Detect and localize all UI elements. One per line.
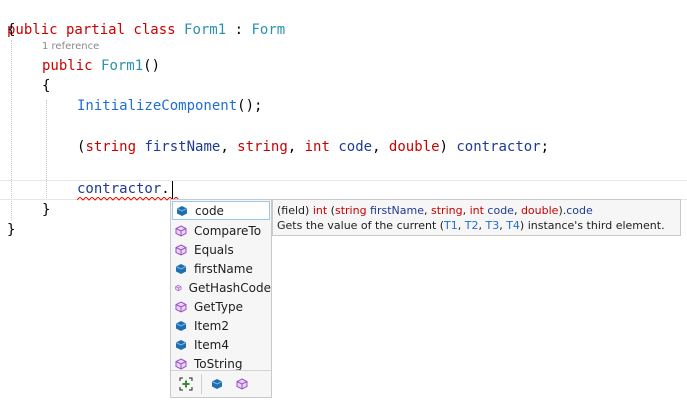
completion-item-label: code bbox=[195, 203, 224, 218]
tt-type: double bbox=[520, 204, 559, 217]
tt-prefix: (field) bbox=[277, 204, 313, 217]
keyword-public: public bbox=[42, 58, 93, 74]
completion-item-label: firstName bbox=[194, 261, 253, 276]
tt-type: int bbox=[469, 204, 484, 217]
completion-item-code[interactable]: code bbox=[172, 201, 270, 220]
tt-paren: ( bbox=[327, 204, 335, 217]
sep: , bbox=[220, 139, 238, 155]
completion-item-label: GetType bbox=[194, 299, 243, 314]
variable-name: contractor bbox=[77, 181, 162, 197]
brace: } bbox=[7, 222, 16, 238]
brace: } bbox=[42, 202, 51, 218]
semicolon: ; bbox=[540, 139, 550, 155]
tt-sep: , bbox=[424, 204, 431, 217]
completion-item-label: CompareTo bbox=[194, 223, 262, 238]
tt-member: code bbox=[566, 204, 593, 217]
element-name: firstName bbox=[144, 139, 221, 155]
type-string: string bbox=[85, 139, 137, 155]
call-suffix: (); bbox=[237, 98, 263, 114]
dot: . bbox=[161, 181, 170, 197]
field-filter-button[interactable] bbox=[207, 375, 227, 393]
method-call-initialize-component: InitializeComponent bbox=[77, 98, 238, 114]
tt-name: code bbox=[487, 204, 514, 217]
paren: ) bbox=[439, 139, 457, 155]
filter-separator bbox=[201, 374, 202, 394]
expand-filter-icon bbox=[179, 377, 193, 391]
tt-sep: , bbox=[462, 204, 470, 217]
type-string: string bbox=[237, 139, 288, 155]
code-line-class-declaration[interactable]: public partial class Form1 : Form bbox=[7, 0, 285, 40]
error-squiggle bbox=[77, 197, 179, 201]
completion-item-firstname[interactable]: firstName bbox=[171, 259, 271, 278]
expand-filter-button[interactable] bbox=[176, 375, 196, 393]
base-class-name: Form bbox=[251, 22, 286, 38]
tt-sep: , bbox=[457, 219, 465, 232]
intellisense-completion-list[interactable]: code CompareTo Equals firstName GetHashC… bbox=[170, 199, 272, 398]
tt-tparam: T2 bbox=[464, 219, 479, 232]
field-filter-icon bbox=[211, 379, 223, 389]
tt-tparam: T3 bbox=[485, 219, 500, 232]
type-int: int bbox=[304, 139, 330, 155]
class-name: Form1 bbox=[184, 22, 227, 38]
code-line-ctor-open-brace[interactable]: { bbox=[42, 76, 50, 96]
completion-item-item4[interactable]: Item4 bbox=[171, 335, 271, 354]
completion-item-label: Equals bbox=[194, 242, 234, 257]
code-line-class-close-brace[interactable]: } bbox=[7, 220, 15, 240]
tt-name: firstName bbox=[370, 204, 424, 217]
code-line-ctor-close-brace[interactable]: } bbox=[42, 200, 50, 220]
sep: , bbox=[372, 139, 389, 155]
sep: , bbox=[287, 139, 305, 155]
completion-item-item2[interactable]: Item2 bbox=[171, 316, 271, 335]
quick-info-tooltip: (field) int (string firstName, string, i… bbox=[272, 199, 681, 236]
tt-tparam: T1 bbox=[444, 219, 458, 232]
reference-count-lens[interactable]: 1 reference bbox=[42, 41, 99, 52]
tt-desc: ) instance's third element. bbox=[519, 219, 665, 232]
tt-type: string bbox=[334, 204, 367, 217]
colon: : bbox=[226, 22, 252, 38]
variable-name: contractor bbox=[456, 139, 541, 155]
completion-filter-bar bbox=[171, 370, 271, 397]
completion-item-equals[interactable]: Equals bbox=[171, 240, 271, 259]
constructor-name: Form1 bbox=[101, 58, 144, 74]
code-line-open-brace[interactable]: { bbox=[7, 20, 15, 40]
field-icon bbox=[175, 320, 187, 331]
type-double: double bbox=[388, 139, 440, 155]
completion-item-label: Item4 bbox=[194, 337, 229, 352]
tt-type: int bbox=[312, 204, 328, 217]
completion-item-label: Item2 bbox=[194, 318, 229, 333]
parens: () bbox=[143, 58, 161, 74]
completion-item-gettype[interactable]: GetType bbox=[171, 297, 271, 316]
code-line-initialize[interactable]: InitializeComponent(); bbox=[77, 96, 262, 116]
tt-sep: , bbox=[513, 204, 521, 217]
tooltip-description: Gets the value of the current (T1, T2, T… bbox=[277, 218, 676, 233]
field-icon bbox=[175, 339, 187, 350]
code-line-tuple-declaration[interactable]: (string firstName, string, int code, dou… bbox=[77, 137, 549, 157]
tt-type: string bbox=[431, 204, 463, 217]
method-icon bbox=[175, 300, 187, 313]
code-line-member-access[interactable]: contractor. bbox=[77, 179, 170, 199]
tt-tparam: T4 bbox=[506, 219, 520, 232]
code-line-constructor[interactable]: public Form1() bbox=[42, 56, 160, 76]
method-filter-icon bbox=[236, 378, 248, 390]
completion-item-label: GetHashCode bbox=[188, 280, 271, 295]
method-icon bbox=[175, 243, 187, 256]
completion-item-gethashcode[interactable]: GetHashCode bbox=[171, 278, 271, 297]
field-icon bbox=[175, 263, 187, 274]
field-icon bbox=[176, 205, 188, 216]
method-filter-button[interactable] bbox=[232, 375, 252, 393]
brace: { bbox=[7, 22, 16, 38]
method-icon bbox=[175, 357, 187, 370]
method-icon bbox=[175, 284, 182, 291]
completion-item-label: ToString bbox=[194, 356, 243, 371]
method-icon bbox=[175, 224, 187, 237]
keyword-public-partial-class: public partial class bbox=[7, 22, 176, 38]
brace: { bbox=[42, 78, 51, 94]
tt-desc: Gets the value of the current ( bbox=[277, 219, 445, 232]
completion-item-compareto[interactable]: CompareTo bbox=[171, 221, 271, 240]
element-name: code bbox=[338, 139, 373, 155]
tooltip-signature: (field) int (string firstName, string, i… bbox=[277, 203, 676, 218]
